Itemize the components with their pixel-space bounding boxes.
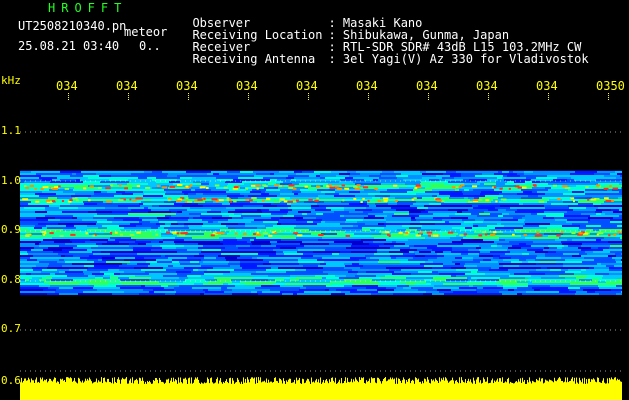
y-tick-label: 0.7 xyxy=(1,322,21,335)
file-type-label: meteor xyxy=(124,25,168,39)
antenna-label: Receiving Antenna xyxy=(192,52,316,66)
file-name: UT2508210340.pn xyxy=(18,19,127,33)
signal-band xyxy=(20,170,623,295)
y-tick-label: 0.8 xyxy=(1,273,21,286)
x-tick-label: 034 xyxy=(176,79,198,93)
x-tick-label: 034 xyxy=(56,79,78,93)
x-tick-label: 034 xyxy=(296,79,318,93)
date-time: 25.08.21 03:40 xyxy=(18,39,120,53)
x-tick-label: 034 xyxy=(536,79,558,93)
antenna-row: Receiving Antenna : 3el Yagi(V) Az 330 fo… xyxy=(178,41,589,66)
x-tick-label: 0350 xyxy=(596,79,625,93)
antenna-value: : 3el Yagi(V) Az 330 for Vladivostok xyxy=(328,52,589,66)
meteor-count: 0.. xyxy=(139,39,161,53)
x-tick-label: 034 xyxy=(356,79,378,93)
x-tick-label: 034 xyxy=(236,79,258,93)
x-tick-label: 034 xyxy=(476,79,498,93)
y-tick-label: 0.9 xyxy=(1,223,21,236)
y-tick-label: 1.0 xyxy=(1,174,21,187)
y-tick-label: 0.6 xyxy=(1,374,21,387)
x-tick-label: 034 xyxy=(416,79,438,93)
app-title: HROFFT xyxy=(48,1,128,15)
y-tick-label: 1.1 xyxy=(1,124,21,137)
y-axis-unit: kHz xyxy=(1,74,21,87)
noise-level-bar xyxy=(20,377,622,400)
time-tick-marks xyxy=(68,93,609,100)
x-tick-label: 034 xyxy=(116,79,138,93)
